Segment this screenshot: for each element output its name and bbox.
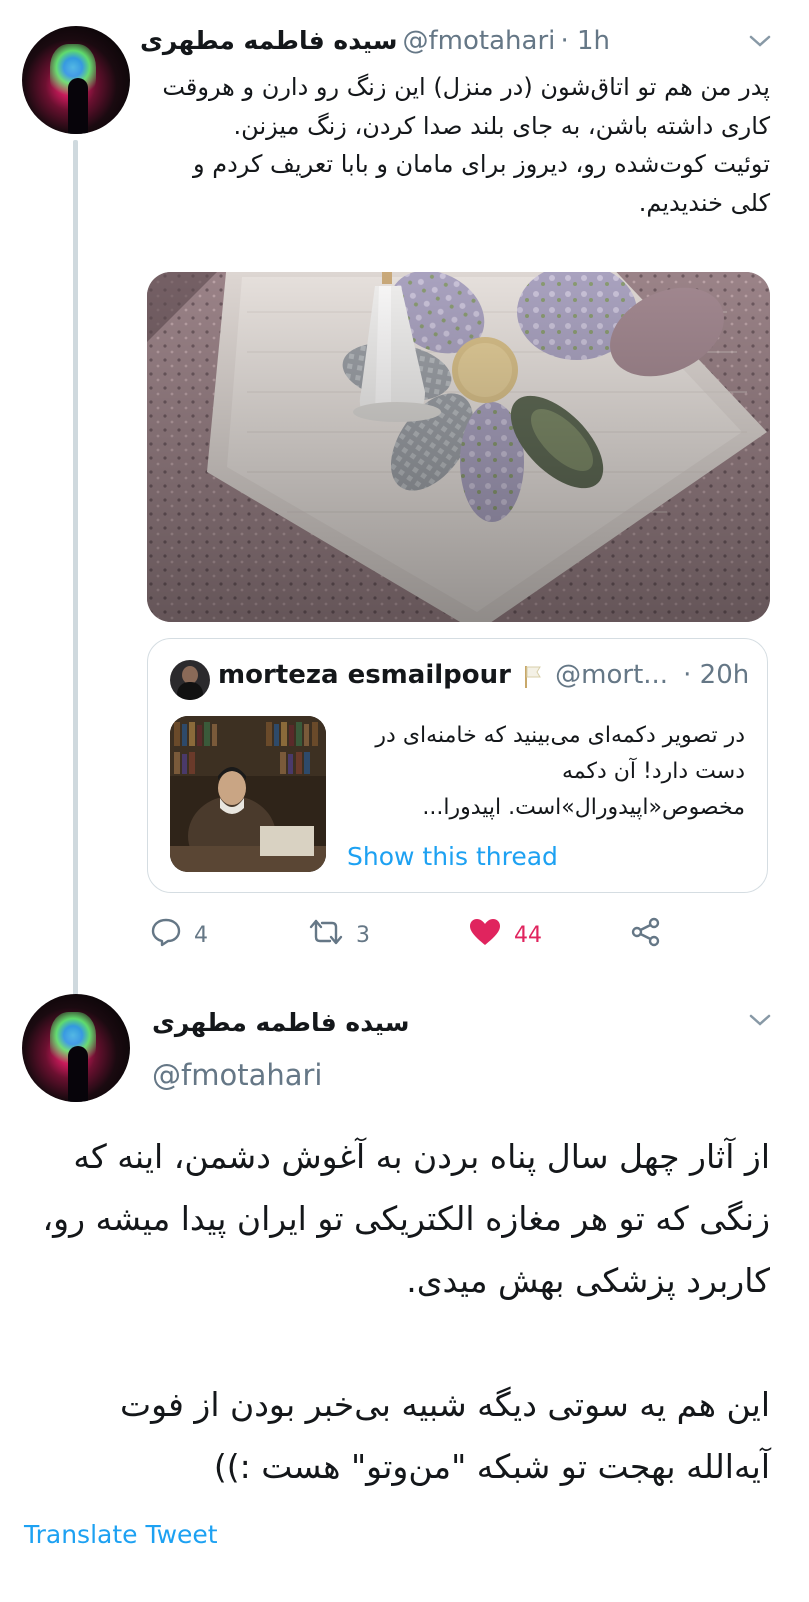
author-avatar-2[interactable] <box>22 994 130 1102</box>
reply-count: 4 <box>194 922 208 948</box>
heart-icon <box>468 917 502 953</box>
translate-tweet-link[interactable]: Translate Tweet <box>24 1520 218 1549</box>
show-this-thread-link[interactable]: Show this thread <box>347 842 558 871</box>
quoted-handle: @mort... <box>555 660 669 690</box>
quoted-time: · 20h <box>683 660 750 690</box>
tweet-text-2: از آثار چهل سال پناه بردن به آغوش دشمن، … <box>42 1137 770 1486</box>
tweet-text: پدر من هم تو اتاق‌شون (در منزل) این زنگ … <box>162 73 770 217</box>
like-button[interactable]: 44 <box>468 912 542 958</box>
quoted-tweet-header: morteza esmailpour @mort... · 20h <box>218 660 758 704</box>
thread-connector-line <box>73 140 78 1010</box>
tweet-photo[interactable] <box>147 272 770 622</box>
reply-button[interactable]: 4 <box>150 912 208 958</box>
retweet-count: 3 <box>356 922 370 948</box>
author-display-name[interactable]: سیده فاطمه مطهری <box>140 26 397 55</box>
like-count: 44 <box>514 922 542 948</box>
author-handle[interactable]: @fmotahari <box>403 26 556 56</box>
quoted-author-avatar[interactable] <box>170 660 210 700</box>
reply-icon <box>150 916 182 954</box>
quoted-tweet-text: در تصویر دکمه‌ای می‌بینید که خامنه‌ای در… <box>375 723 745 820</box>
author-display-name-2[interactable]: سیده فاطمه مطهری <box>152 1008 409 1037</box>
quoted-display-name: morteza esmailpour <box>218 660 511 690</box>
share-icon <box>630 916 662 954</box>
flag-icon <box>522 664 544 694</box>
tweet-header: سیده فاطمه مطهری @fmotahari · 1h <box>140 26 780 66</box>
chevron-down-icon[interactable] <box>748 30 772 55</box>
chevron-down-icon[interactable] <box>748 1012 772 1032</box>
tweet-time[interactable]: · 1h <box>560 26 610 56</box>
author-handle-2[interactable]: @fmotahari <box>152 1058 322 1092</box>
quoted-tweet-thumbnail <box>170 716 326 872</box>
share-button[interactable] <box>630 912 662 958</box>
author-avatar[interactable] <box>22 26 130 134</box>
retweet-button[interactable]: 3 <box>308 912 370 958</box>
quilt-bell-photo <box>147 272 770 622</box>
tweet-actions: 4 3 44 <box>150 912 670 958</box>
retweet-icon <box>308 917 344 953</box>
